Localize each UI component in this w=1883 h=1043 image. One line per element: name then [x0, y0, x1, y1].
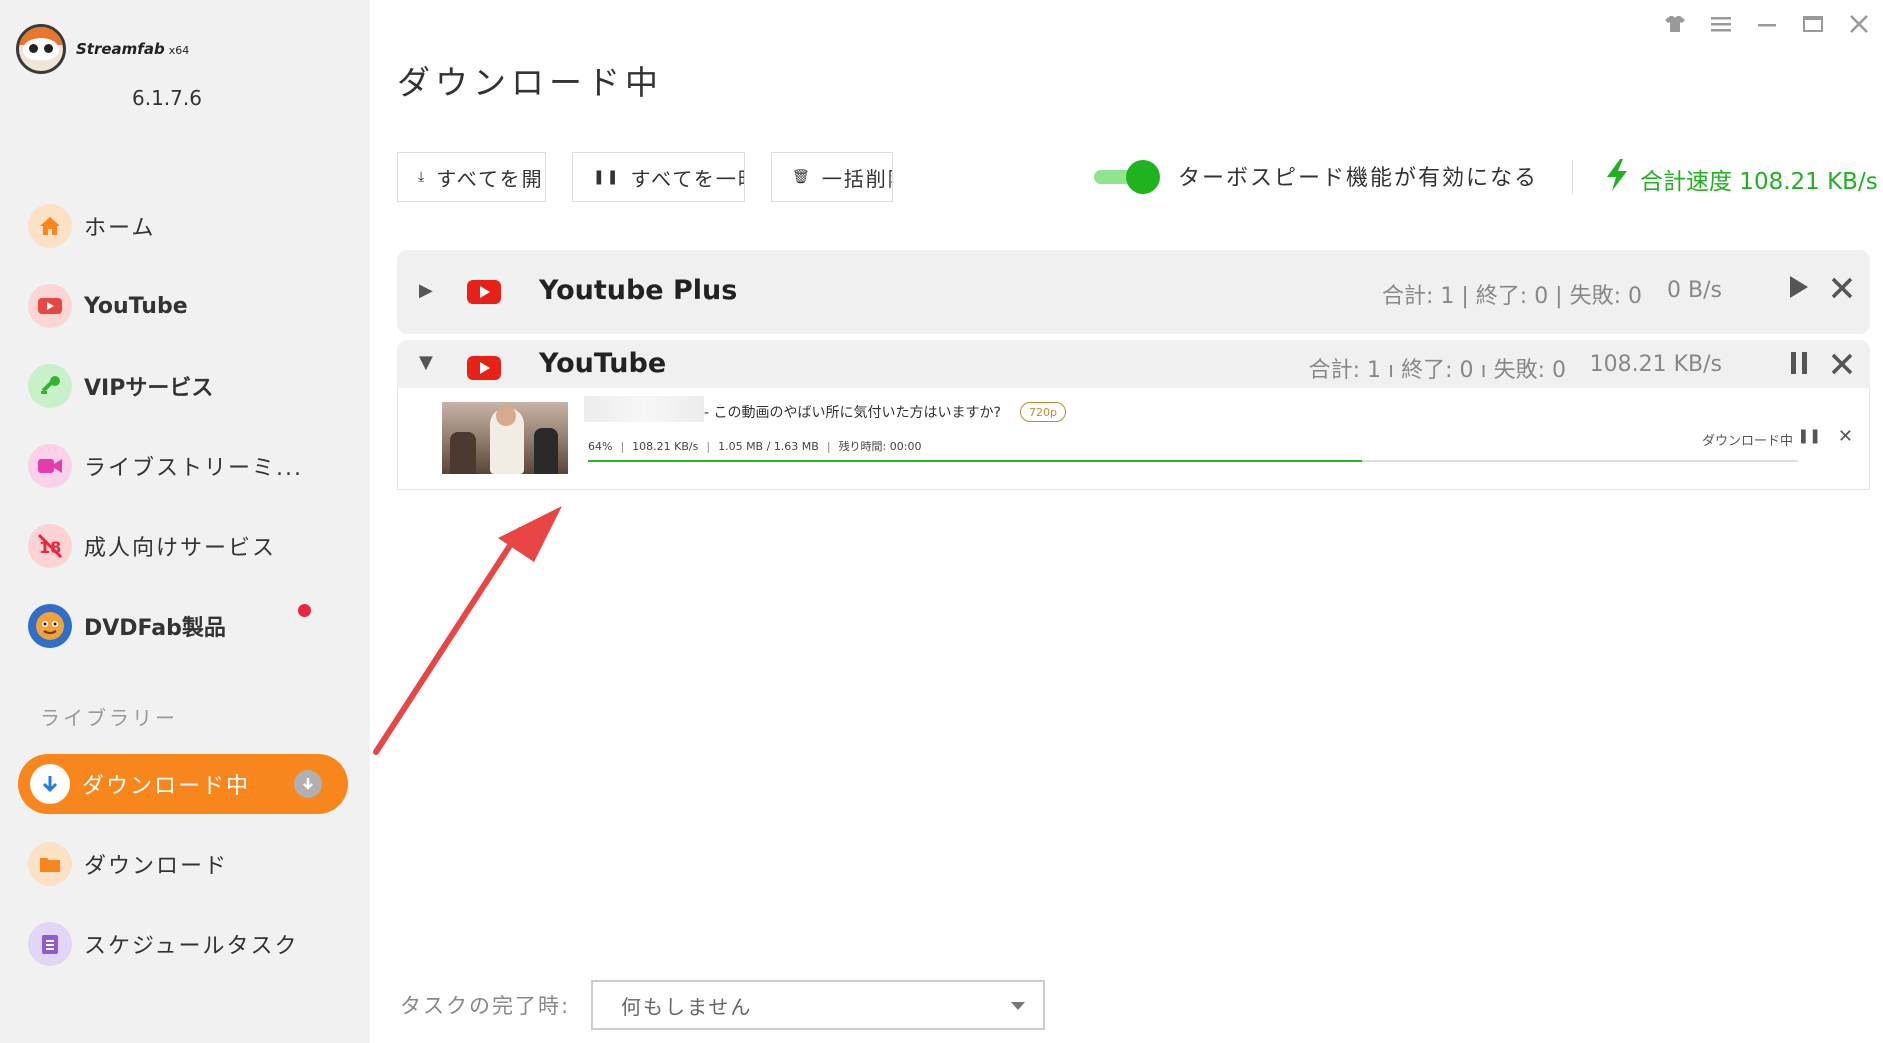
sidebar-item-livestream[interactable]: ライブストリーミ...	[28, 442, 303, 490]
sidebar-item-label: ライブストリーミ...	[84, 456, 303, 481]
brand-name: Streamfab x64	[76, 40, 189, 58]
close-icon[interactable]	[1830, 350, 1854, 383]
close-icon[interactable]	[1847, 14, 1871, 40]
sidebar-item-label: VIPサービス	[84, 376, 214, 401]
delete-all-button[interactable]: 🗑 一括削除	[771, 152, 893, 202]
sidebar-item-label: YouTube	[84, 293, 188, 319]
group-stats: 合計: 1 | 終了: 0 | 失敗: 0	[1381, 284, 1642, 309]
pause-icon[interactable]	[1788, 350, 1810, 383]
blurred-title-prefix	[584, 396, 704, 422]
task-meta: 64% | 108.21 KB/s | 1.05 MB / 1.63 MB | 残り時間: …	[588, 440, 922, 453]
sidebar-item-dvdfab[interactable]: DVDFab製品	[28, 602, 226, 650]
on-complete-value: 何もしません	[621, 994, 753, 1019]
app-logo: Streamfab x64	[16, 24, 189, 74]
turbo-toggle[interactable]	[1094, 160, 1160, 194]
close-icon[interactable]	[1830, 274, 1854, 307]
pause-icon: ❚❚	[593, 169, 621, 185]
dvdfab-icon	[28, 604, 72, 648]
page-title: ダウンロード中	[397, 63, 663, 102]
key-icon	[28, 364, 72, 408]
group-stats: 合計: 1 ı 終了: 0 ı 失敗: 0	[1308, 358, 1566, 383]
sidebar-item-schedule[interactable]: スケジュールタスク	[28, 920, 298, 968]
start-all-label: すべてを開	[436, 166, 544, 191]
download-icon: ⤓	[418, 169, 427, 185]
trash-icon: 🗑	[792, 169, 812, 185]
task-title: - この動画のやばい所に気付いた方はいますか?	[704, 405, 1001, 421]
delete-all-label: 一括削除	[821, 166, 892, 191]
on-complete-select[interactable]: 何もしません	[591, 980, 1045, 1030]
start-all-button[interactable]: ⤓ すべてを開	[397, 152, 546, 202]
brand-text: Streamfab	[76, 40, 165, 58]
pause-all-label: すべてを一時	[630, 166, 744, 191]
collapse-triangle-icon[interactable]: ▼	[419, 352, 433, 373]
sidebar-item-label: ホーム	[84, 216, 156, 241]
maximize-icon[interactable]	[1801, 14, 1825, 40]
sidebar-item-downloading[interactable]: ダウンロード中	[18, 754, 348, 814]
adult-icon: 18	[28, 524, 72, 568]
group-name: Youtube Plus	[539, 275, 738, 306]
sidebar: Streamfab x64 6.1.7.6 ホーム YouTube VIPサービス	[0, 0, 370, 1043]
play-icon[interactable]	[1788, 274, 1810, 307]
folder-icon	[28, 842, 72, 886]
video-thumbnail	[442, 402, 568, 474]
notification-dot	[298, 604, 311, 617]
sidebar-item-label: スケジュールタスク	[84, 934, 299, 959]
download-task-row[interactable]: - この動画のやばい所に気付いた方はいますか? 720p 64% | 108.21 …	[397, 388, 1870, 490]
toggle-knob	[1126, 160, 1160, 194]
dropdown-caret-icon	[1011, 1002, 1025, 1010]
task-close-icon[interactable]: ✕	[1838, 426, 1853, 447]
download-badge-icon	[294, 770, 322, 798]
sidebar-item-adult[interactable]: 18 成人向けサービス	[28, 522, 276, 570]
sidebar-item-youtube[interactable]: YouTube	[28, 282, 188, 330]
progress-bar	[588, 460, 1798, 462]
group-speed: 108.21 KB/s	[1589, 352, 1722, 377]
toolbar-divider	[1572, 160, 1573, 194]
app-version: 6.1.7.6	[132, 86, 202, 110]
window-controls	[1663, 14, 1871, 40]
total-speed-label: 合計速度 108.21 KB/s	[1640, 169, 1878, 195]
youtube-icon	[28, 284, 72, 328]
task-percent: 64%	[588, 440, 613, 453]
sidebar-item-downloaded[interactable]: ダウンロード	[28, 840, 228, 888]
sidebar-item-vip[interactable]: VIPサービス	[28, 362, 213, 410]
task-remaining: 00:00	[889, 440, 922, 453]
expand-triangle-icon[interactable]: ▶	[419, 280, 433, 301]
group-speed: 0 B/s	[1667, 278, 1722, 303]
task-speed: 108.21 KB/s	[632, 440, 699, 453]
sidebar-item-home[interactable]: ホーム	[28, 202, 155, 250]
turbo-label: ターボスピード機能が有効になる	[1178, 166, 1539, 191]
annotation-arrow	[373, 506, 562, 755]
lightning-icon	[1604, 158, 1630, 200]
progress-fill	[588, 460, 1363, 462]
home-icon	[28, 204, 72, 248]
library-title: ライブラリー	[40, 706, 178, 730]
minimize-icon[interactable]	[1755, 14, 1779, 40]
youtube-logo-icon	[467, 280, 501, 304]
camera-icon	[28, 444, 72, 488]
task-pause-icon[interactable]: ❚❚	[1798, 428, 1821, 444]
group-name: YouTube	[539, 348, 667, 379]
brand-arch: x64	[168, 44, 190, 57]
task-remaining-label: 残り時間:	[838, 440, 887, 453]
shirt-icon[interactable]	[1663, 14, 1687, 40]
task-status: ダウンロード中	[1701, 434, 1793, 449]
download-group-youtube[interactable]: ▼ YouTube 合計: 1 ı 終了: 0 ı 失敗: 0 108.21 K…	[397, 340, 1870, 390]
download-arrow-icon	[30, 764, 70, 804]
task-size: 1.05 MB / 1.63 MB	[718, 440, 819, 453]
youtube-logo-icon	[467, 356, 501, 380]
menu-icon[interactable]	[1709, 14, 1733, 40]
on-complete-label: タスクの完了時:	[400, 994, 571, 1018]
resolution-badge: 720p	[1020, 402, 1066, 422]
sidebar-item-label: ダウンロード中	[82, 774, 251, 799]
total-speed: 合計速度 108.21 KB/s	[1604, 158, 1878, 200]
pause-all-button[interactable]: ❚❚ すべてを一時	[572, 152, 745, 202]
sidebar-item-label: DVDFab製品	[84, 616, 226, 641]
sidebar-item-label: ダウンロード	[84, 854, 229, 879]
schedule-icon	[28, 922, 72, 966]
sloth-logo-icon	[16, 24, 66, 74]
sidebar-item-label: 成人向けサービス	[84, 536, 277, 561]
download-group-youtube-plus[interactable]: ▶ Youtube Plus 合計: 1 | 終了: 0 | 失敗: 0 0 B…	[397, 250, 1870, 334]
app-window: Streamfab x64 6.1.7.6 ホーム YouTube VIPサービス	[0, 0, 1883, 1043]
